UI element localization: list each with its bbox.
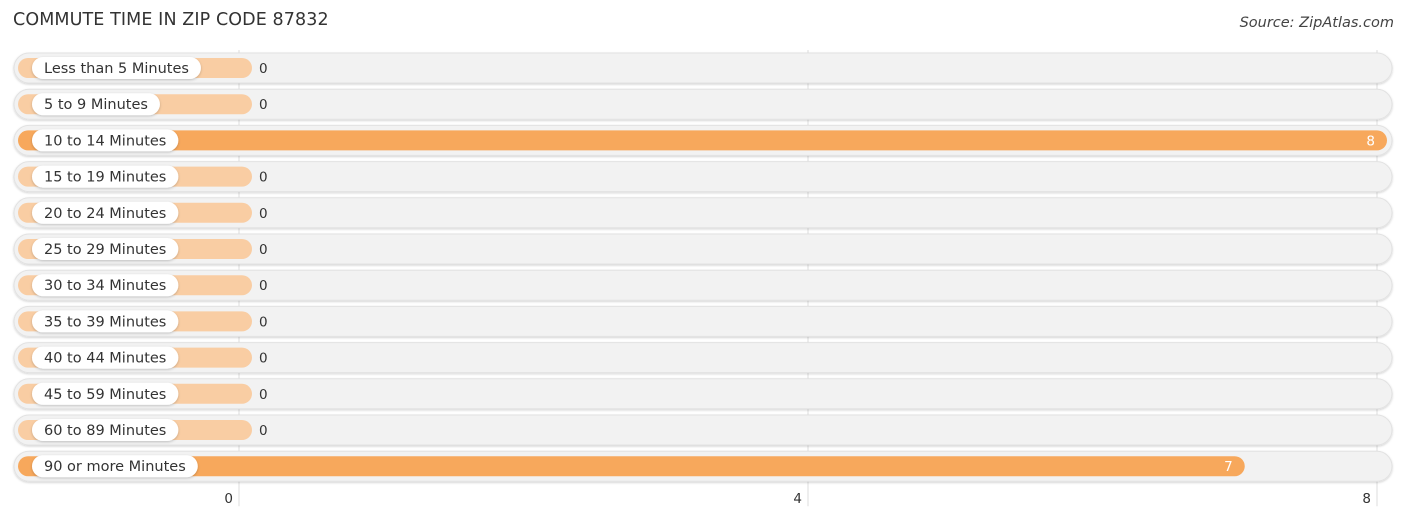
bar-row: Less than 5 Minutes 0 — [13, 52, 1393, 84]
bar — [18, 130, 1387, 151]
bar-row: 25 to 29 Minutes 0 — [13, 233, 1393, 265]
bar-rows: Less than 5 Minutes 0 5 to 9 Minutes 0 10 to… — [13, 52, 1393, 482]
category-label: 35 to 39 Minutes — [44, 314, 166, 330]
value-label: 0 — [259, 61, 268, 77]
value-label: 7 — [1224, 459, 1233, 475]
category-label: 20 to 24 Minutes — [44, 206, 166, 222]
value-label: 0 — [259, 387, 268, 403]
bar-row: 90 or more Minutes 7 — [13, 450, 1393, 482]
bar-row: 20 to 24 Minutes 0 — [13, 197, 1393, 229]
value-label: 0 — [259, 97, 268, 113]
bar-row: 15 to 19 Minutes 0 — [13, 161, 1393, 193]
category-label: 10 to 14 Minutes — [44, 133, 166, 149]
value-label: 8 — [1366, 133, 1375, 149]
value-label: 0 — [259, 314, 268, 330]
category-label: 90 or more Minutes — [44, 459, 186, 475]
bar-row: 40 to 44 Minutes 0 — [13, 342, 1393, 374]
category-label: 5 to 9 Minutes — [44, 97, 148, 113]
category-label: 30 to 34 Minutes — [44, 278, 166, 294]
x-axis-ticks: 0 4 8 — [224, 491, 1371, 507]
value-label: 0 — [259, 423, 268, 439]
x-tick-label: 4 — [793, 491, 802, 507]
x-tick-label: 0 — [224, 491, 233, 507]
value-label: 0 — [259, 278, 268, 294]
bar-row: 60 to 89 Minutes 0 — [13, 414, 1393, 446]
bar-row: 30 to 34 Minutes 0 — [13, 269, 1393, 301]
category-label: 25 to 29 Minutes — [44, 242, 166, 258]
category-label: 60 to 89 Minutes — [44, 423, 166, 439]
value-label: 0 — [259, 206, 268, 222]
category-label: Less than 5 Minutes — [44, 61, 189, 77]
category-label: 15 to 19 Minutes — [44, 170, 166, 186]
value-label: 0 — [259, 170, 268, 186]
bar-row: 45 to 59 Minutes 0 — [13, 378, 1393, 410]
category-label: 45 to 59 Minutes — [44, 387, 166, 403]
bar-row: 10 to 14 Minutes 8 — [13, 124, 1393, 156]
value-label: 0 — [259, 351, 268, 367]
bar-chart: 048 Less than 5 Minutes 05 to 9 Minutes 01… — [13, 50, 1393, 507]
bar — [18, 456, 1245, 477]
value-label: 0 — [259, 242, 268, 258]
x-tick-label: 8 — [1362, 491, 1371, 507]
bar-row: 35 to 39 Minutes 0 — [13, 305, 1393, 337]
bar-row: 5 to 9 Minutes 0 — [13, 88, 1393, 120]
category-label: 40 to 44 Minutes — [44, 351, 166, 367]
